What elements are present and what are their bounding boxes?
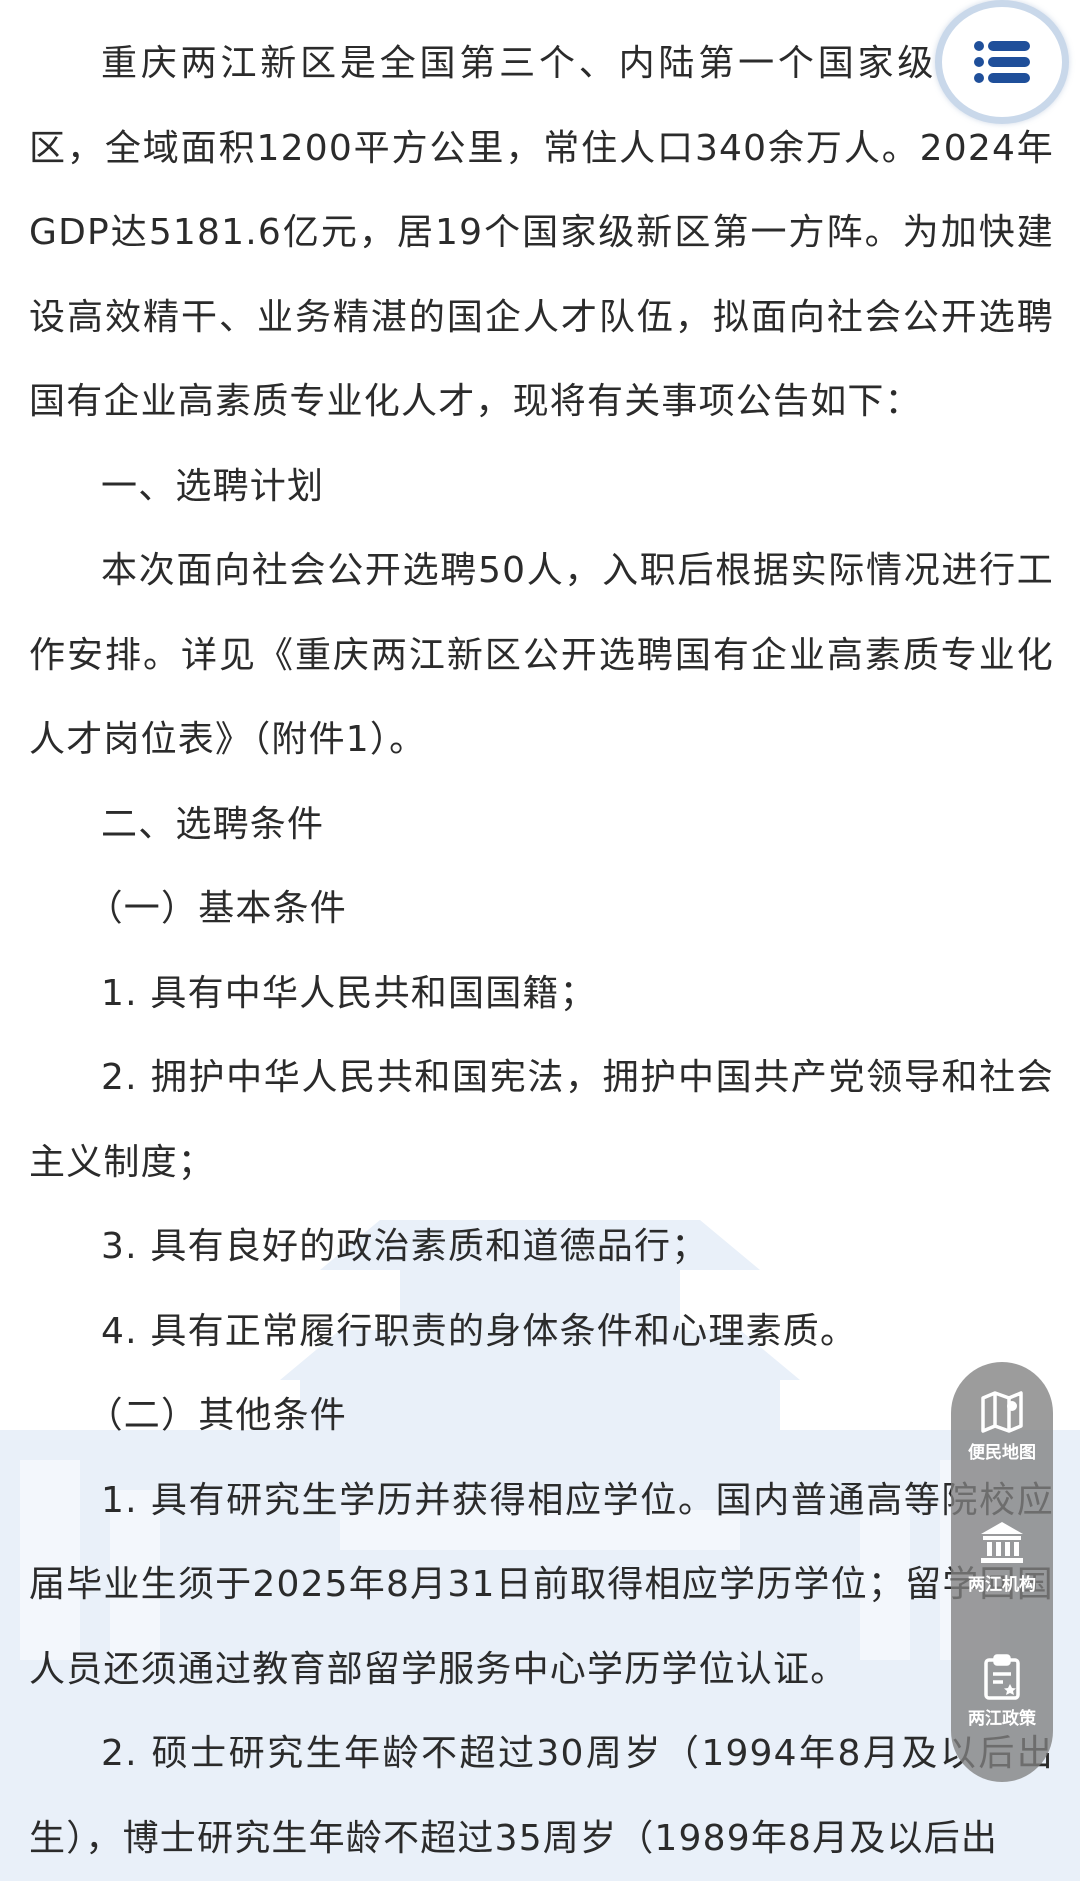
list-item-basic-2: 2. 拥护中华人民共和国宪法，拥护中国共产党领导和社会主义制度； — [29, 1057, 1054, 1183]
map-icon — [981, 1391, 1023, 1433]
list-item-other-1: 1. 具有研究生学历并获得相应学位。国内普通高等院校应届毕业生须于2025年8月… — [29, 1479, 1054, 1690]
section-heading-selection-plan: 一、选聘计划 — [101, 465, 325, 507]
article-body: 重庆两江新区是全国第三个、内陆第一个国家级开放新区，全域面积1200平方公里，常… — [29, 22, 1054, 1881]
dock-item-convenience-map[interactable]: 便民地图 — [951, 1388, 1053, 1463]
subsection-heading-other-conditions: （二）其他条件 — [86, 1395, 347, 1436]
section-heading-selection-conditions: 二、选聘条件 — [101, 803, 325, 845]
list-item-other-2: 2. 硕士研究生年龄不超过30周岁（1994年8月及以后出生），博士研究生年龄不… — [29, 1733, 1054, 1859]
institution-building-icon — [981, 1522, 1023, 1563]
dock-label-policies: 两江政策 — [968, 1709, 1036, 1729]
list-item-basic-4: 4. 具有正常履行职责的身体条件和心理素质。 — [101, 1310, 858, 1352]
policy-document-icon — [984, 1654, 1020, 1700]
list-menu-icon — [974, 41, 1030, 83]
dock-item-institutions[interactable]: 两江机构 — [951, 1520, 1053, 1595]
dock-label-institutions: 两江机构 — [968, 1575, 1036, 1595]
list-item-basic-1: 1. 具有中华人民共和国国籍； — [101, 972, 597, 1014]
list-item-basic-3: 3. 具有良好的政治素质和道德品行； — [101, 1226, 709, 1267]
side-quick-dock: 便民地图 两江机构 两江政策 — [951, 1362, 1053, 1782]
paragraph-selection-plan: 本次面向社会公开选聘50人，入职后根据实际情况进行工作安排。详见《重庆两江新区公… — [29, 550, 1054, 760]
subsection-heading-basic-conditions: （一）基本条件 — [86, 888, 347, 929]
dock-label-convenience-map: 便民地图 — [968, 1443, 1036, 1463]
menu-button[interactable] — [935, 0, 1069, 124]
intro-paragraph: 重庆两江新区是全国第三个、内陆第一个国家级开放新区，全域面积1200平方公里，常… — [29, 43, 1054, 422]
dock-item-policies[interactable]: 两江政策 — [951, 1654, 1053, 1729]
